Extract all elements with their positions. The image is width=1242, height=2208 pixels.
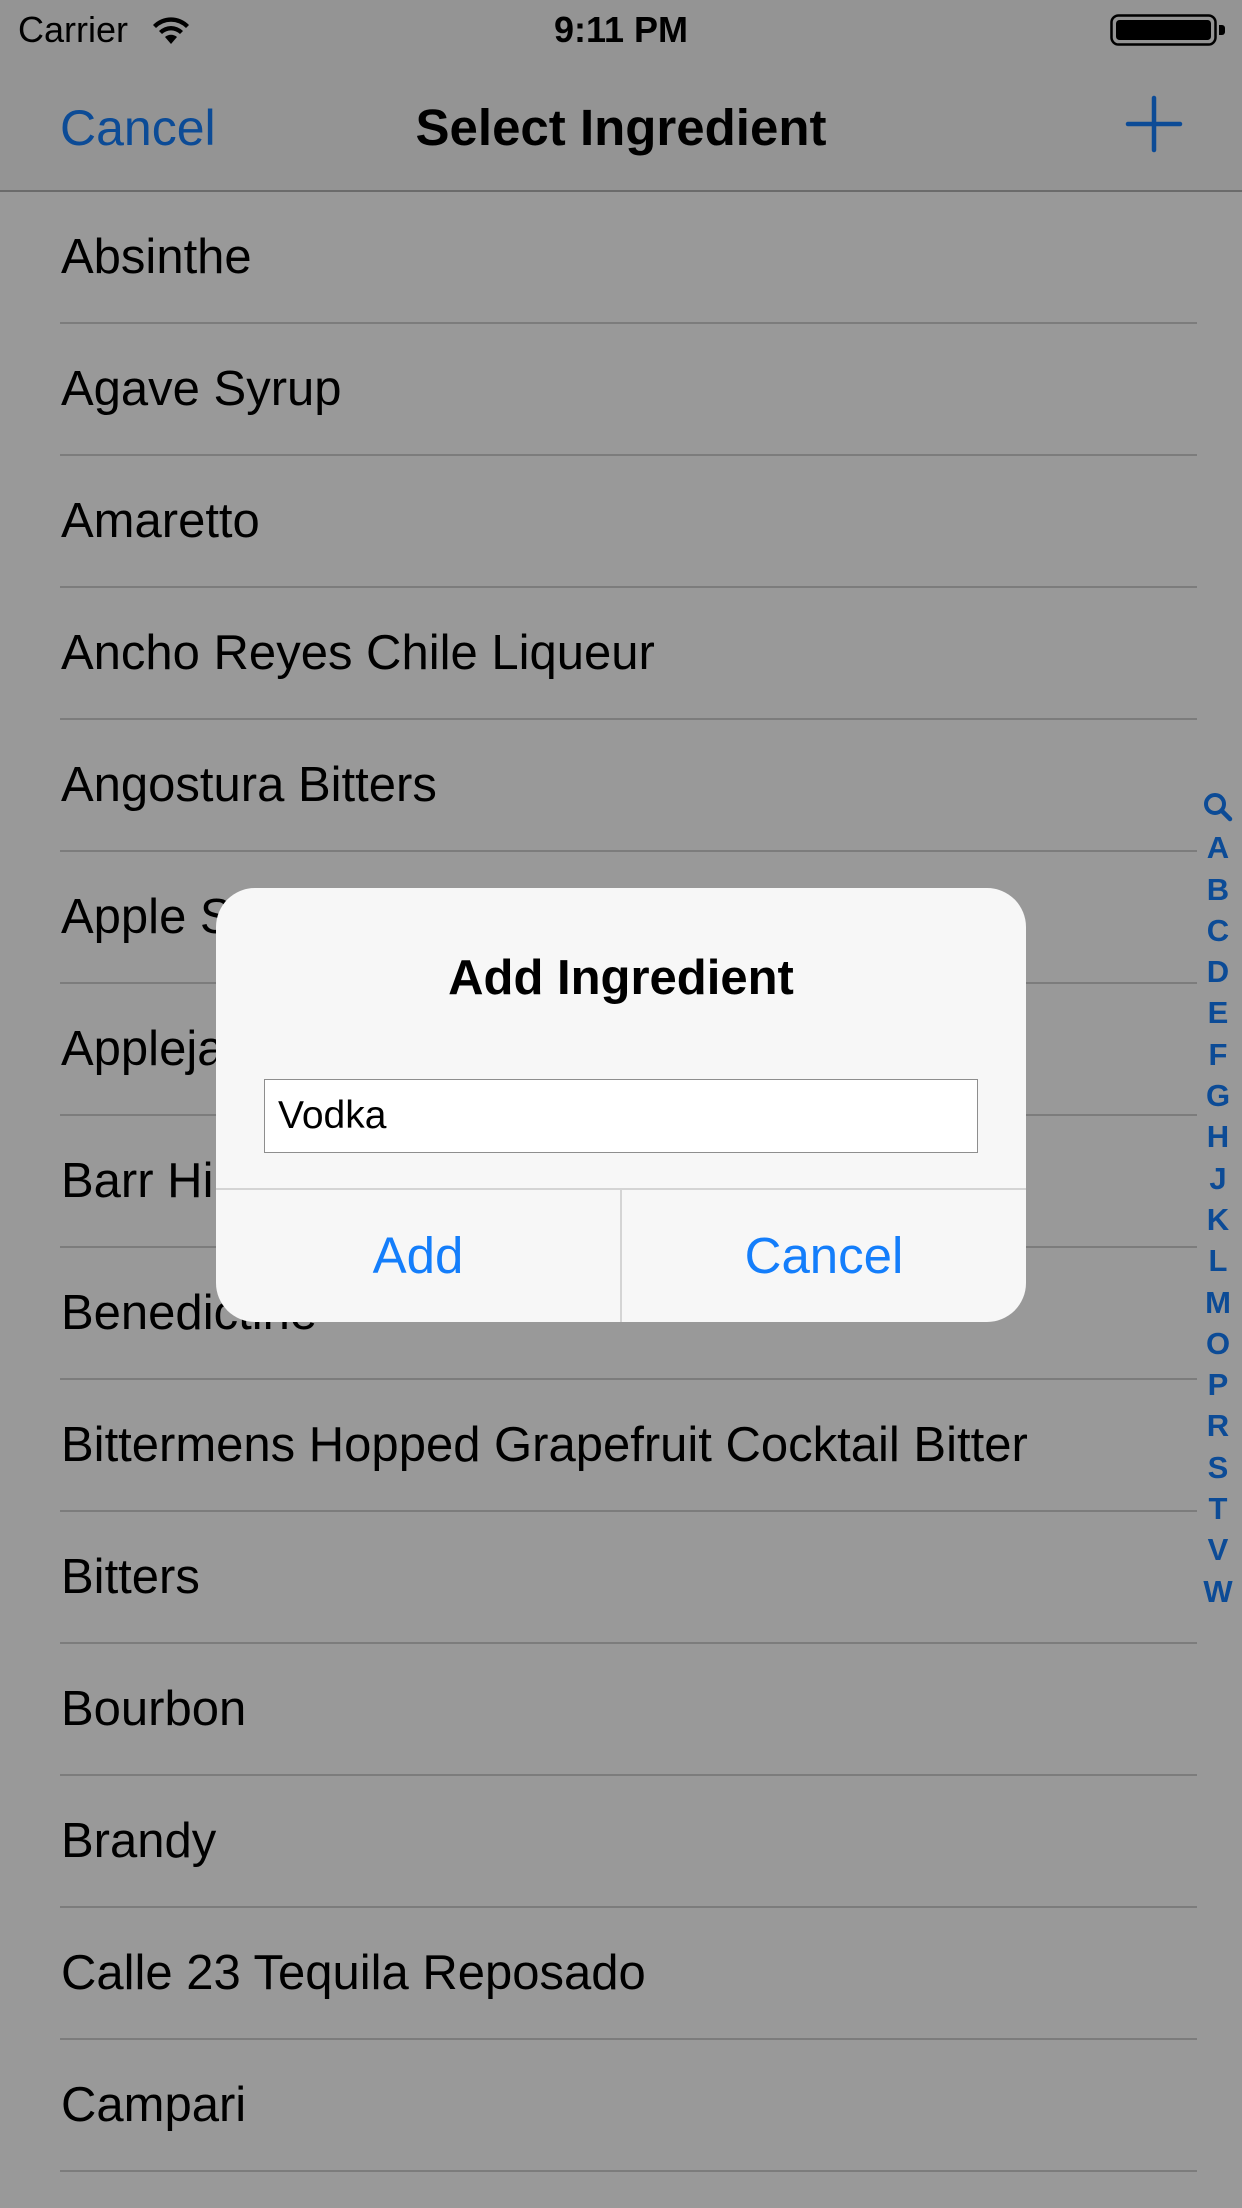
alert-cancel-button[interactable]: Cancel: [622, 1189, 1026, 1322]
add-ingredient-alert: Add Ingredient Add Cancel: [216, 888, 1026, 1322]
ingredient-name-input[interactable]: [264, 1079, 978, 1153]
screen: Carrier 9:11 PM Cancel Select Ingredient…: [0, 0, 1242, 2208]
add-button[interactable]: Add: [216, 1189, 620, 1322]
alert-title: Add Ingredient: [448, 951, 794, 1005]
